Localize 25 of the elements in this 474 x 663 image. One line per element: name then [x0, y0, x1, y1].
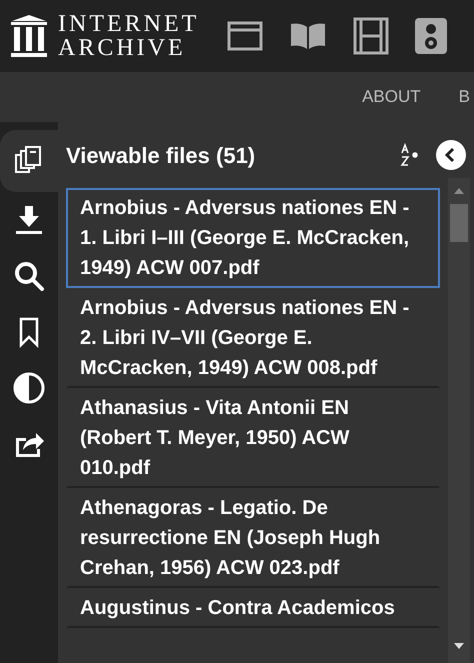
scroll-down-icon[interactable]	[453, 641, 465, 651]
columns-logo-icon	[8, 13, 50, 59]
speaker-icon[interactable]	[415, 18, 448, 54]
scrollbar-thumb[interactable]	[450, 204, 468, 242]
file-item[interactable]: Athanasius - Vita Antonii EN (Robert T. Meyer, 1950) ACW 010.pdf	[66, 388, 440, 488]
logo-text: ARCHIVE	[58, 36, 187, 60]
file-item[interactable]: Arnobius - Adversus nationes EN - 1. Libri I–III (George E. McCracken, 1949) ACW 007.pdf	[66, 188, 440, 288]
sort-icon[interactable]	[400, 143, 420, 167]
nav-link[interactable]: B	[458, 84, 470, 110]
file-item[interactable]: Arnobius - Adversus nationes EN - 2. Libri IV–VII (George E. McCracken, 1949) ACW 008.pdf	[66, 288, 440, 388]
file-item[interactable]: Athenagoras - Legatio. De resurrectione EN (Joseph Hugh Crehan, 1956) ACW 023.pdf	[66, 488, 440, 588]
collapse-button-icon[interactable]	[436, 140, 466, 170]
nav-link[interactable]: ABOUT	[362, 84, 421, 110]
file-item[interactable]: Augustinus - Contra Academicos	[66, 588, 440, 628]
scroll-up-icon[interactable]	[453, 186, 465, 196]
book-icon[interactable]	[289, 21, 328, 51]
download-icon	[13, 204, 45, 236]
side-tab[interactable]	[0, 130, 58, 192]
browser-window-icon[interactable]	[227, 21, 264, 51]
logo-text: INTERNET	[58, 12, 200, 36]
scrollbar[interactable]	[448, 178, 470, 663]
film-icon[interactable]	[353, 17, 390, 55]
search-icon	[13, 260, 45, 292]
panel-title: Viewable files (51)	[66, 142, 256, 170]
contrast-icon	[13, 372, 45, 404]
